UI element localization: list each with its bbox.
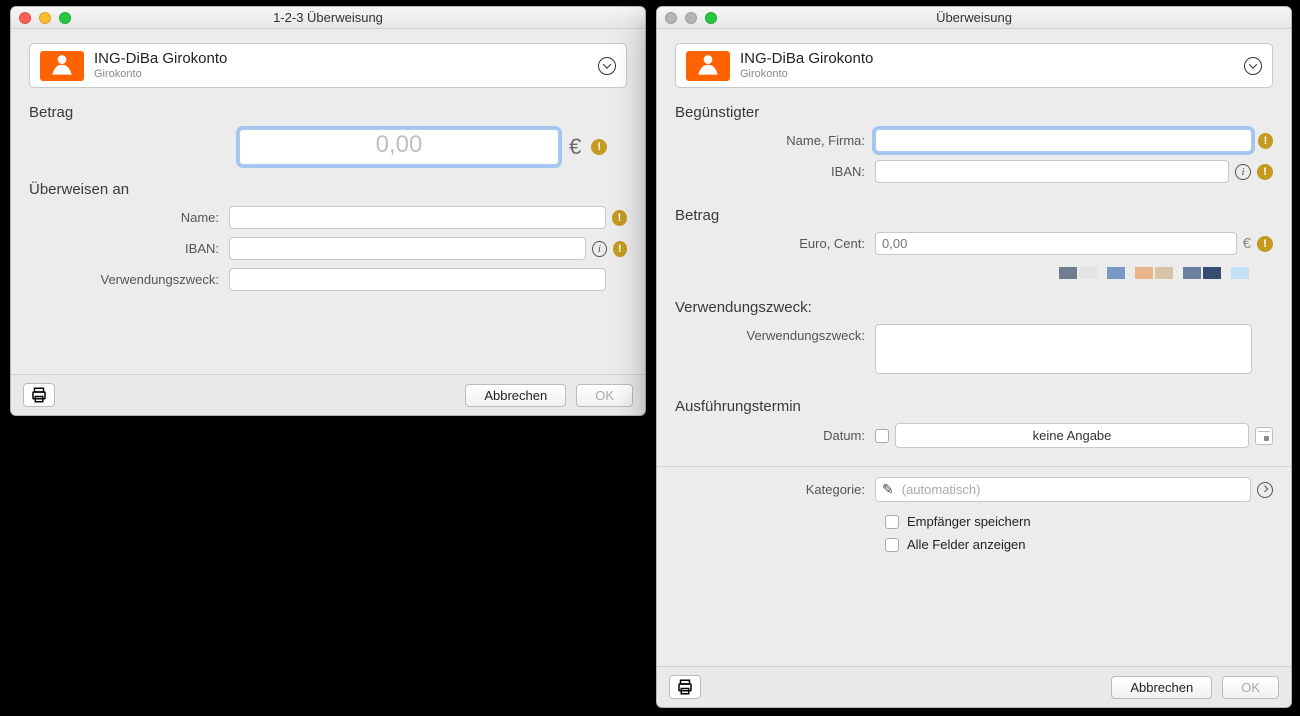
color-swatches[interactable] <box>675 267 1273 279</box>
divider <box>657 466 1291 467</box>
close-icon[interactable] <box>665 12 677 24</box>
iban-input[interactable] <box>875 160 1229 183</box>
bank-logo-icon <box>686 51 730 81</box>
show-all-fields-checkbox[interactable] <box>885 538 899 552</box>
footer: Abbrechen OK <box>657 666 1291 707</box>
currency-label: € <box>1243 235 1251 252</box>
minimize-icon[interactable] <box>685 12 697 24</box>
section-transfer-to: Überweisen an <box>29 181 627 198</box>
name-firm-input[interactable] <box>875 129 1252 152</box>
ok-button[interactable]: OK <box>1222 676 1279 699</box>
section-execution: Ausführungstermin <box>675 398 1273 415</box>
chevron-down-icon[interactable] <box>1244 57 1262 75</box>
chevron-down-icon[interactable] <box>598 57 616 75</box>
date-value[interactable]: keine Angabe <box>895 423 1249 448</box>
purpose-label: Verwendungszweck: <box>675 324 875 343</box>
name-label: Name: <box>29 210 229 225</box>
account-type: Girokonto <box>740 68 873 81</box>
close-icon[interactable] <box>19 12 31 24</box>
warning-icon[interactable] <box>612 210 627 226</box>
date-label: Datum: <box>675 428 875 443</box>
amount-label: Euro, Cent: <box>675 236 875 251</box>
ok-button[interactable]: OK <box>576 384 633 407</box>
save-recipient-checkbox[interactable] <box>885 515 899 529</box>
amount-input[interactable] <box>875 232 1237 255</box>
category-input[interactable]: ✎ (automatisch) <box>875 477 1251 502</box>
warning-icon[interactable] <box>591 139 607 155</box>
purpose-input[interactable] <box>229 268 606 291</box>
warning-icon[interactable] <box>1257 236 1273 252</box>
iban-input[interactable] <box>229 237 586 260</box>
titlebar[interactable]: 1-2-3 Überweisung <box>11 7 645 29</box>
category-placeholder: (automatisch) <box>902 482 981 497</box>
warning-icon[interactable] <box>613 241 627 257</box>
cancel-button[interactable]: Abbrechen <box>465 384 566 407</box>
account-name: ING-DiBa Girokonto <box>94 50 227 68</box>
name-input[interactable] <box>229 206 606 229</box>
titlebar[interactable]: Überweisung <box>657 7 1291 29</box>
category-label: Kategorie: <box>675 482 875 497</box>
section-purpose: Verwendungszweck: <box>675 299 1273 316</box>
iban-label: IBAN: <box>675 164 875 179</box>
account-name: ING-DiBa Girokonto <box>740 50 873 68</box>
save-recipient-label: Empfänger speichern <box>907 514 1031 529</box>
date-checkbox[interactable] <box>875 429 889 443</box>
account-selector[interactable]: ING-DiBa Girokonto Girokonto <box>675 43 1273 88</box>
bank-logo-icon <box>40 51 84 81</box>
window-title: 1-2-3 Überweisung <box>11 10 645 25</box>
maximize-icon[interactable] <box>59 12 71 24</box>
purpose-label: Verwendungszweck: <box>29 272 229 287</box>
name-firm-label: Name, Firma: <box>675 133 875 148</box>
account-type: Girokonto <box>94 68 227 81</box>
chevron-right-icon[interactable] <box>1257 482 1273 498</box>
wand-icon: ✎ <box>882 481 894 498</box>
calendar-icon[interactable] <box>1255 427 1273 445</box>
warning-icon[interactable] <box>1257 164 1273 180</box>
section-amount: Betrag <box>675 207 1273 224</box>
currency-label: € <box>565 134 585 160</box>
info-icon[interactable] <box>592 241 607 257</box>
window-uberweisung: Überweisung ING-DiBa Girokonto Girokonto… <box>656 6 1292 708</box>
footer: Abbrechen OK <box>11 374 645 415</box>
traffic-lights <box>11 12 71 24</box>
print-button[interactable] <box>669 675 701 699</box>
window-title: Überweisung <box>657 10 1291 25</box>
iban-label: IBAN: <box>29 241 229 256</box>
account-selector[interactable]: ING-DiBa Girokonto Girokonto <box>29 43 627 88</box>
minimize-icon[interactable] <box>39 12 51 24</box>
section-amount: Betrag <box>29 104 627 121</box>
print-button[interactable] <box>23 383 55 407</box>
maximize-icon[interactable] <box>705 12 717 24</box>
info-icon[interactable] <box>1235 164 1251 180</box>
traffic-lights <box>657 12 717 24</box>
warning-icon[interactable] <box>1258 133 1273 149</box>
cancel-button[interactable]: Abbrechen <box>1111 676 1212 699</box>
section-beneficiary: Begünstigter <box>675 104 1273 121</box>
amount-input[interactable] <box>239 129 559 165</box>
purpose-input[interactable] <box>875 324 1252 374</box>
show-all-fields-label: Alle Felder anzeigen <box>907 537 1026 552</box>
window-123-uberweisung: 1-2-3 Überweisung ING-DiBa Girokonto Gir… <box>10 6 646 416</box>
